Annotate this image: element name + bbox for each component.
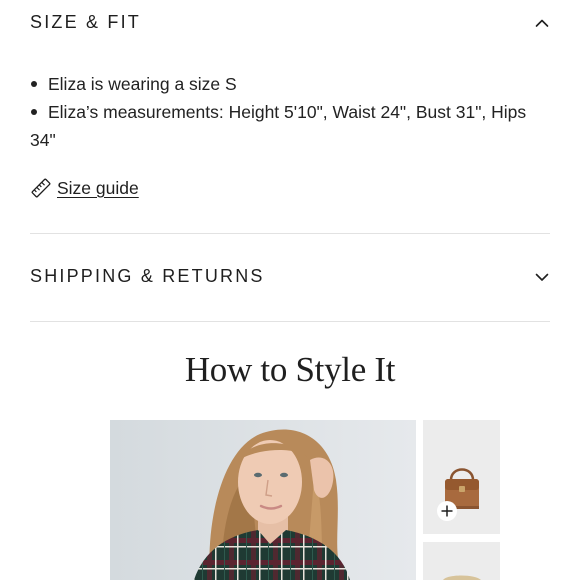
size-fit-header[interactable]: SIZE & FIT	[30, 12, 550, 33]
shipping-returns-title: SHIPPING & RETURNS	[30, 266, 265, 286]
shipping-returns-header[interactable]: SHIPPING & RETURNS	[30, 266, 550, 287]
chevron-down-icon[interactable]	[534, 269, 550, 285]
plus-icon	[441, 505, 453, 517]
list-item: Eliza is wearing a size S	[30, 70, 560, 98]
list-item: Eliza’s measurements: Height 5'10", Wais…	[30, 98, 560, 154]
product-details-page: SIZE & FIT Eliza is wearing a size S Eli…	[0, 0, 580, 580]
chevron-up-icon[interactable]	[534, 15, 550, 31]
divider	[30, 233, 550, 234]
add-to-cart-button[interactable]	[437, 501, 457, 521]
product-thumbnail[interactable]	[423, 420, 500, 534]
style-section-heading: How to Style It	[184, 350, 396, 389]
size-guide-link[interactable]: Size guide	[30, 177, 139, 199]
model-photo-illustration	[110, 420, 416, 580]
outfit-model-image[interactable]	[110, 420, 416, 580]
size-fit-title: SIZE & FIT	[30, 12, 142, 32]
handbag-image	[445, 468, 479, 509]
product-thumbnail[interactable]	[423, 542, 500, 580]
product-image	[443, 575, 481, 580]
ruler-icon	[31, 178, 51, 198]
divider	[30, 321, 550, 322]
size-fit-details: Eliza is wearing a size S Eliza’s measur…	[30, 70, 560, 154]
size-guide-label: Size guide	[57, 177, 139, 198]
